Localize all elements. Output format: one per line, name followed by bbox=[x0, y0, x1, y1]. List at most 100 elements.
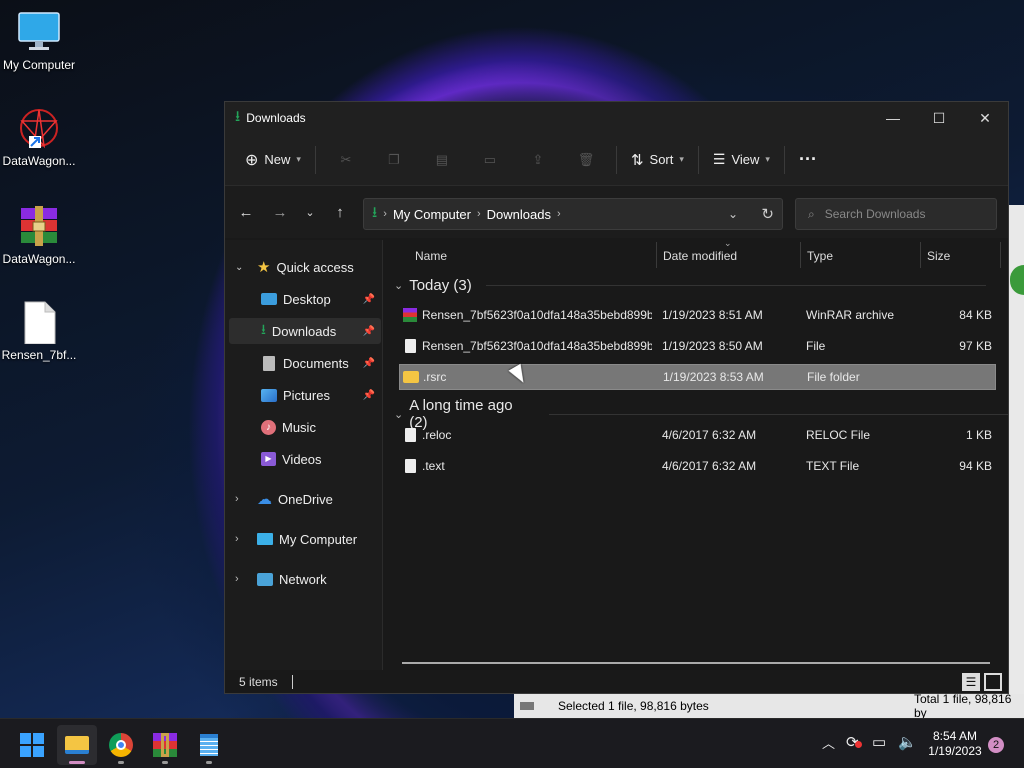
file-explorer-window[interactable]: ⭳ Downloads — ☐ ✕ ⊕ New ▾ ✂ ❐ ▤ ▭ ⇪ 🗑 ⇅ … bbox=[224, 101, 1009, 694]
sidebar-item-pictures[interactable]: Pictures 📌 bbox=[261, 382, 381, 408]
column-separator[interactable] bbox=[920, 242, 921, 268]
file-row-selected[interactable]: .rsrc 1/19/2023 8:53 AM File folder bbox=[399, 364, 996, 390]
sort-indicator-icon: ⌄ bbox=[724, 238, 732, 248]
sidebar-item-label: Videos bbox=[282, 451, 322, 467]
desktop-icon-my-computer[interactable]: My Computer bbox=[0, 10, 78, 72]
title-bar[interactable]: ⭳ Downloads — ☐ ✕ bbox=[225, 102, 1008, 134]
copy-button[interactable]: ❐ bbox=[370, 143, 418, 177]
tiles-view-button[interactable] bbox=[984, 673, 1002, 691]
chevron-down-icon: ⌄ bbox=[394, 280, 404, 292]
sidebar-item-downloads[interactable]: ⭳ Downloads 📌 bbox=[229, 318, 381, 344]
chevron-down-icon: ▾ bbox=[765, 154, 770, 164]
chevron-down-icon: ⌄ bbox=[305, 206, 315, 219]
clock[interactable]: 8:54 AM 1/19/2023 bbox=[924, 729, 986, 759]
rename-button[interactable]: ▭ bbox=[466, 143, 514, 177]
share-button[interactable]: ⇪ bbox=[514, 143, 562, 177]
file-type: WinRAR archive bbox=[806, 308, 895, 322]
desktop-icon-label: Rensen_7bf... bbox=[1, 348, 77, 362]
sidebar-item-music[interactable]: ♪ Music bbox=[261, 414, 381, 440]
breadcrumb-my-computer[interactable]: My Computer bbox=[393, 207, 471, 222]
new-button[interactable]: ⊕ New ▾ bbox=[237, 143, 309, 177]
column-separator[interactable] bbox=[1000, 242, 1001, 268]
back-button[interactable]: ← bbox=[229, 195, 263, 229]
close-button[interactable]: ✕ bbox=[962, 102, 1008, 134]
sidebar-item-network[interactable]: › Network bbox=[235, 566, 327, 592]
winrar-icon bbox=[17, 204, 61, 248]
file-row[interactable]: Rensen_7bf5623f0a10dfa148a35bebd899b... … bbox=[399, 302, 996, 328]
up-button[interactable]: ↑ bbox=[323, 195, 357, 229]
desktop-icon-datawagon-archive[interactable]: DataWagon... bbox=[0, 204, 78, 266]
address-bar[interactable]: ⭳ › My Computer › Downloads › ⌄ ↻ bbox=[363, 198, 783, 230]
view-button[interactable]: ☰ View ▾ bbox=[705, 143, 778, 177]
refresh-button[interactable]: ↻ bbox=[761, 205, 774, 223]
network-icon[interactable]: ▭ bbox=[872, 733, 886, 751]
sidebar-item-videos[interactable]: ▶ Videos bbox=[261, 446, 381, 472]
paste-button[interactable]: ▤ bbox=[418, 143, 466, 177]
file-name: .reloc bbox=[422, 428, 452, 442]
sidebar-item-desktop[interactable]: Desktop 📌 bbox=[261, 286, 381, 312]
file-size: 97 KB bbox=[959, 339, 992, 353]
column-header-size[interactable]: Size bbox=[927, 240, 950, 272]
arrow-right-icon: → bbox=[272, 203, 288, 221]
address-dropdown-button[interactable]: ⌄ bbox=[728, 207, 738, 221]
file-row[interactable]: Rensen_7bf5623f0a10dfa148a35bebd899b... … bbox=[399, 333, 996, 359]
sidebar-item-documents[interactable]: Documents 📌 bbox=[261, 350, 381, 376]
column-header-date-label: Date modified bbox=[663, 249, 738, 263]
start-button[interactable] bbox=[12, 725, 52, 765]
breadcrumb-downloads[interactable]: Downloads bbox=[487, 207, 551, 222]
column-separator[interactable] bbox=[656, 242, 657, 268]
file-row[interactable]: .reloc 4/6/2017 6:32 AM RELOC File 1 KB bbox=[399, 422, 996, 448]
rename-icon: ▭ bbox=[483, 151, 497, 167]
minimize-button[interactable]: — bbox=[870, 102, 916, 134]
cut-button[interactable]: ✂ bbox=[322, 143, 370, 177]
details-view-button[interactable]: ☰ bbox=[962, 673, 980, 691]
maximize-button[interactable]: ☐ bbox=[916, 102, 962, 134]
taskbar-winrar[interactable] bbox=[145, 725, 185, 765]
chrome-icon bbox=[109, 733, 133, 757]
file-row[interactable]: .text 4/6/2017 6:32 AM TEXT File 94 KB bbox=[399, 453, 996, 479]
breadcrumb-chevron-icon: › bbox=[556, 208, 561, 220]
column-header-type[interactable]: Type bbox=[807, 240, 833, 272]
sidebar-item-label: OneDrive bbox=[278, 491, 333, 507]
more-options-button[interactable]: ··· bbox=[791, 143, 825, 177]
recent-locations-button[interactable]: ⌄ bbox=[297, 195, 323, 229]
scissors-icon: ✂ bbox=[340, 151, 352, 167]
desktop-icon-label: DataWagon... bbox=[2, 252, 76, 266]
forward-button[interactable]: → bbox=[263, 195, 297, 229]
chevron-down-icon: ⌄ bbox=[235, 261, 244, 273]
search-box[interactable]: ⌕ Search Downloads bbox=[795, 198, 997, 230]
sort-button[interactable]: ⇅ Sort ▾ bbox=[623, 143, 692, 177]
notification-badge[interactable]: 2 bbox=[988, 737, 1004, 753]
file-name: Rensen_7bf5623f0a10dfa148a35bebd899b... bbox=[422, 339, 652, 353]
file-date: 4/6/2017 6:32 AM bbox=[662, 428, 757, 442]
sidebar-item-my-computer[interactable]: › My Computer bbox=[235, 526, 357, 552]
desktop-icon-datawagon-shortcut[interactable]: DataWagon... bbox=[0, 106, 78, 168]
taskbar-file-explorer[interactable] bbox=[57, 725, 97, 765]
column-separator[interactable] bbox=[800, 242, 801, 268]
status-selected: Selected 1 file, 98,816 bytes bbox=[558, 699, 709, 713]
show-hidden-icons-button[interactable]: ︿ bbox=[822, 733, 835, 752]
file-icon bbox=[405, 339, 416, 353]
file-date: 1/19/2023 8:51 AM bbox=[662, 308, 763, 322]
sidebar-item-quick-access[interactable]: ⌄ ★ Quick access bbox=[235, 254, 354, 280]
column-header-name[interactable]: Name bbox=[415, 240, 447, 272]
sync-alert-icon[interactable]: ⟳ bbox=[846, 733, 862, 751]
running-indicator bbox=[206, 761, 212, 764]
group-header-today[interactable]: ⌄ Today (3) bbox=[394, 277, 986, 294]
downloads-icon: ⭳ bbox=[235, 107, 241, 125]
group-divider bbox=[548, 413, 1008, 415]
file-size: 1 KB bbox=[965, 428, 992, 442]
search-icon: ⌕ bbox=[808, 206, 815, 221]
file-size: 84 KB bbox=[959, 308, 992, 322]
volume-icon[interactable]: 🔈 bbox=[898, 733, 917, 751]
taskbar-notepad[interactable] bbox=[189, 725, 229, 765]
horizontal-scrollbar[interactable] bbox=[402, 662, 990, 664]
file-date: 4/6/2017 6:32 AM bbox=[662, 459, 757, 473]
new-button-label: New bbox=[264, 152, 291, 167]
file-icon bbox=[17, 300, 61, 345]
taskbar-chrome[interactable] bbox=[101, 725, 141, 765]
desktop-icon-rensen-file[interactable]: Rensen_7bf... bbox=[0, 300, 78, 362]
delete-button[interactable]: 🗑 bbox=[562, 143, 610, 177]
drive-icon bbox=[520, 702, 534, 710]
sidebar-item-onedrive[interactable]: › ☁ OneDrive bbox=[235, 486, 333, 512]
